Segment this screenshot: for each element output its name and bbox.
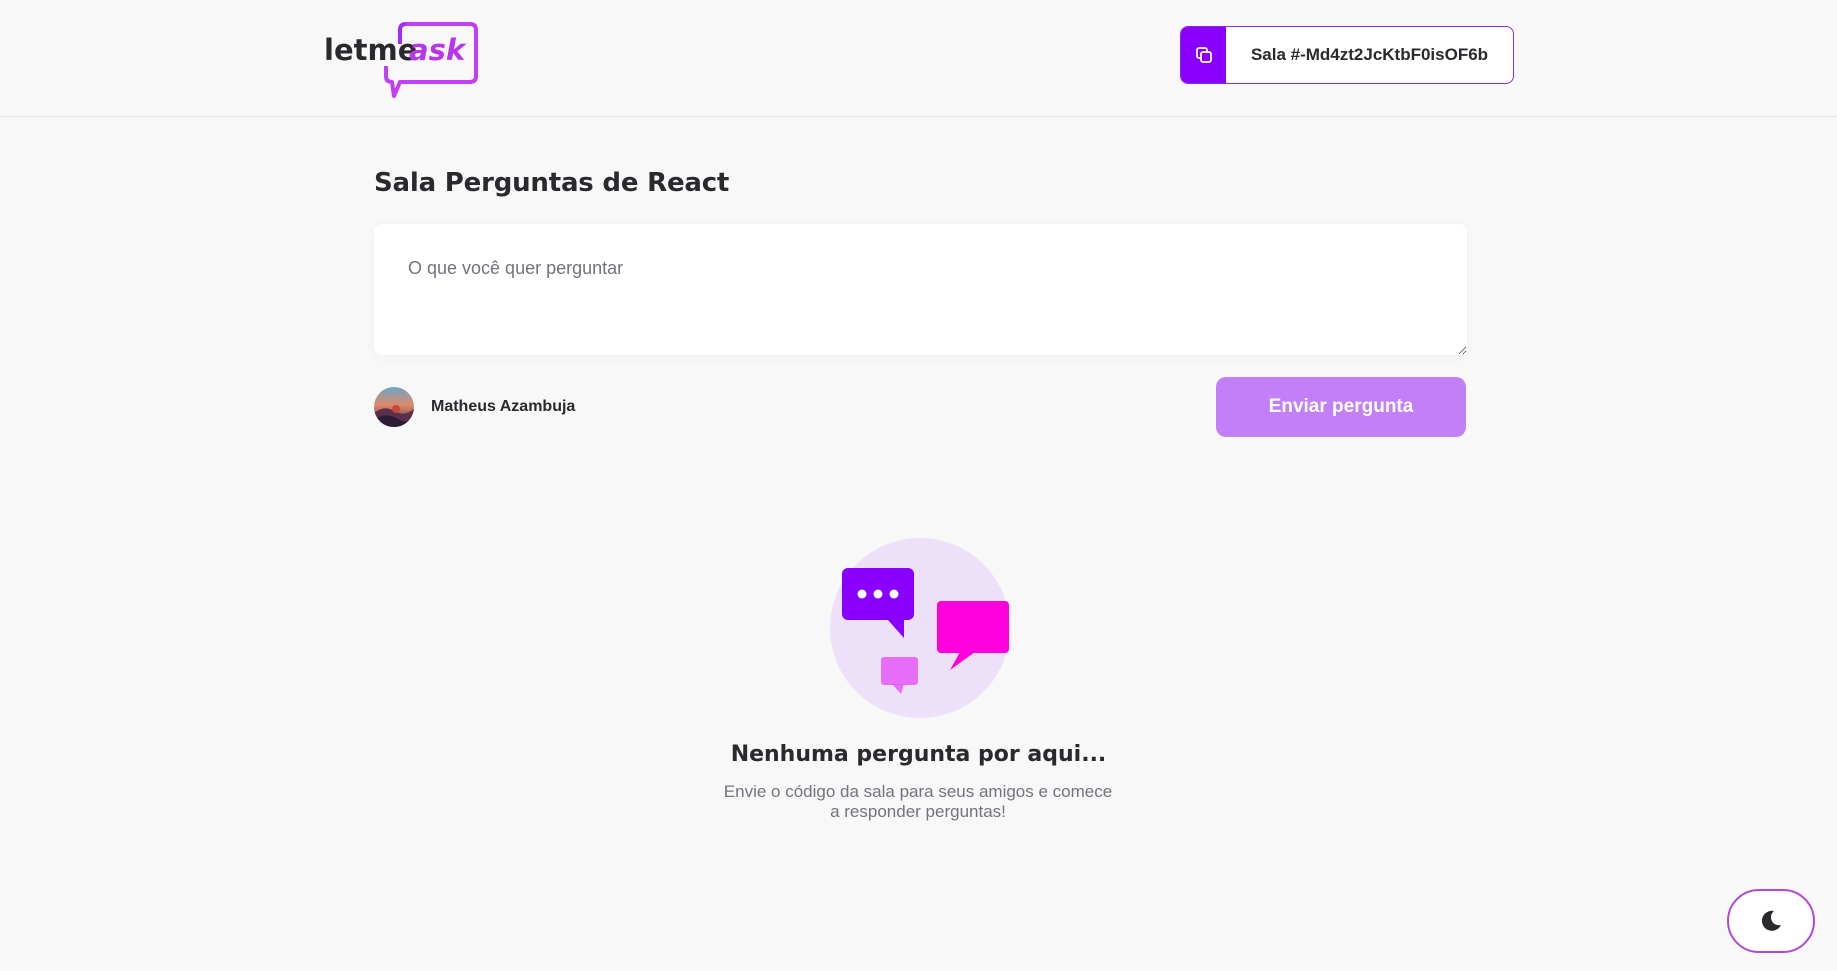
app-header: letme ask Sala #-Md4zt2JcKtbF0isOF6b (0, 0, 1837, 117)
send-question-button[interactable]: Enviar pergunta (1216, 377, 1466, 437)
copy-icon[interactable] (1181, 27, 1226, 83)
logo-text-letme: letme (324, 33, 417, 67)
empty-state-description-line1: Envie o código da sala para seus amigos … (723, 782, 1113, 801)
empty-questions-illustration (830, 538, 1010, 718)
user-info: Matheus Azambuja (374, 387, 575, 427)
user-name: Matheus Azambuja (431, 398, 576, 415)
logo-text-ask: ask (409, 33, 467, 67)
theme-toggle-button[interactable] (1727, 889, 1815, 953)
empty-state-description-line2: a responder perguntas! (830, 802, 1006, 821)
moon-icon (1761, 910, 1781, 931)
question-input[interactable] (374, 224, 1467, 355)
room-code-button[interactable]: Sala #-Md4zt2JcKtbF0isOF6b (1180, 26, 1514, 84)
avatar (374, 387, 414, 427)
room-code-label: Sala #-Md4zt2JcKtbF0isOF6b (1250, 45, 1489, 64)
empty-state-description: Envie o código da sala para seus amigos … (718, 782, 1118, 822)
letmeask-logo[interactable]: letme ask (322, 20, 482, 100)
empty-state-title: Nenhuma pergunta por aqui... (730, 742, 1107, 767)
page-title: Sala Perguntas de React (374, 168, 730, 198)
